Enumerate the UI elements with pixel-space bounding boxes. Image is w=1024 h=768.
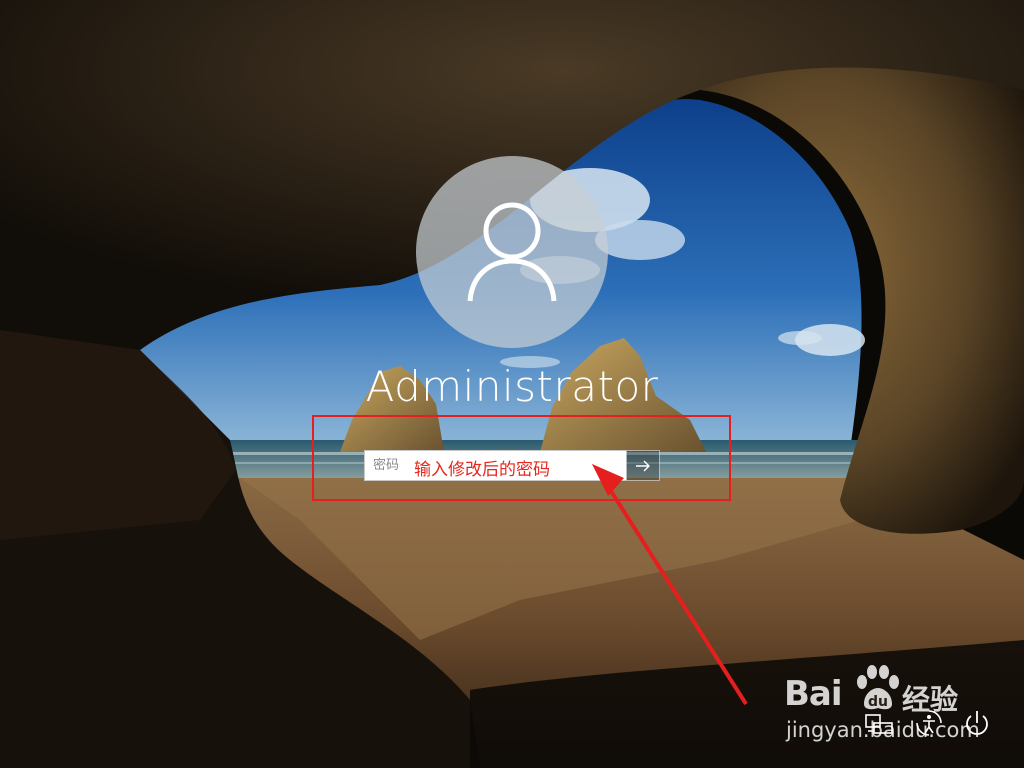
ease-of-access-button[interactable] [912,706,946,740]
network-icon [865,714,893,734]
ease-of-access-icon [916,710,942,736]
lock-screen: Administrator 输入修改后的密码 Bai du 经验 jingyan… [0,0,1024,768]
user-avatar [416,156,608,348]
power-icon [966,711,988,735]
network-button[interactable] [862,706,896,740]
annotation-highlight-box [312,415,731,501]
power-button[interactable] [960,706,994,740]
username-label: Administrator [365,362,659,411]
user-silhouette-icon [467,202,557,302]
